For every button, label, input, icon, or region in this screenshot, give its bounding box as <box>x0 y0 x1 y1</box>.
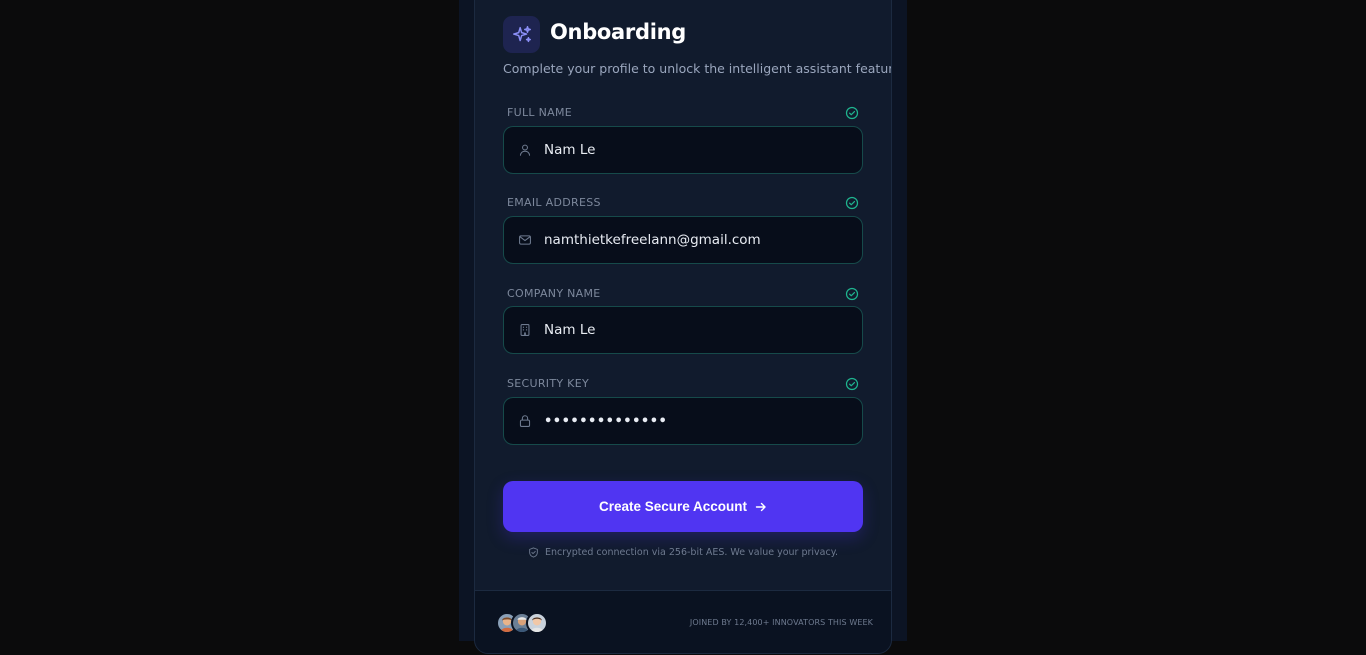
security-key-value: •••••••••••••• <box>544 413 668 429</box>
lock-icon <box>519 415 531 427</box>
avatar-stack <box>496 612 548 634</box>
full-name-value: Nam Le <box>544 142 596 158</box>
security-note-text: Encrypted connection via 256-bit AES. We… <box>544 547 838 558</box>
avatar <box>526 612 548 634</box>
email-label: EMAIL ADDRESS <box>507 196 601 209</box>
create-account-button[interactable]: Create Secure Account <box>503 481 863 532</box>
onboarding-card: Onboarding Complete your profile to unlo… <box>474 0 892 654</box>
building-icon <box>520 324 530 336</box>
company-field[interactable]: Nam Le <box>503 306 863 354</box>
sparkles-icon <box>503 16 540 53</box>
check-circle-icon <box>845 377 859 391</box>
create-account-label: Create Secure Account <box>598 499 748 514</box>
mail-icon <box>519 235 531 245</box>
email-field[interactable]: namthietkefreelann@gmail.com <box>503 216 863 264</box>
company-label: COMPANY NAME <box>507 287 601 300</box>
joined-count-text: JOINED BY 12,400+ INNOVATORS THIS WEEK <box>689 618 873 627</box>
check-circle-icon <box>845 196 859 210</box>
page-subtitle: Complete your profile to unlock the inte… <box>503 61 892 76</box>
check-circle-icon <box>845 106 859 120</box>
security-key-field[interactable]: •••••••••••••• <box>503 397 863 445</box>
company-value: Nam Le <box>544 322 596 338</box>
full-name-field[interactable]: Nam Le <box>503 126 863 174</box>
arrow-right-icon <box>755 502 766 511</box>
email-value: namthietkefreelann@gmail.com <box>544 232 761 248</box>
full-name-label: FULL NAME <box>507 106 573 119</box>
check-circle-icon <box>845 287 859 301</box>
card-footer: JOINED BY 12,400+ INNOVATORS THIS WEEK <box>475 590 891 653</box>
shield-check-icon <box>529 547 538 558</box>
user-icon <box>519 144 531 156</box>
security-note: Encrypted connection via 256-bit AES. We… <box>475 547 891 558</box>
security-key-label: SECURITY KEY <box>507 377 589 390</box>
page-title: Onboarding <box>550 20 687 44</box>
